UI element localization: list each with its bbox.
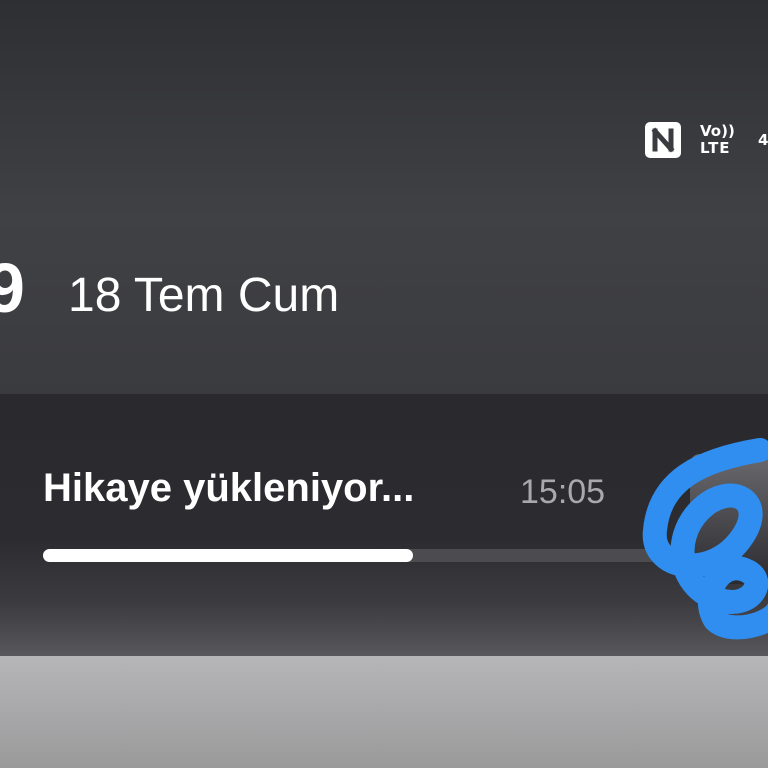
nfc-icon	[645, 122, 681, 158]
lte-label: LTE	[700, 139, 731, 157]
status-bar-icons: Vo)) LTE 4	[644, 120, 768, 160]
upload-progress-fill	[43, 549, 413, 562]
notification-title: Hikaye yükleniyor...	[43, 466, 415, 510]
lockscreen-bottom	[0, 656, 768, 768]
notification-time: 15:05	[520, 473, 606, 511]
volte-icon: Vo)) LTE	[700, 123, 740, 157]
upload-progress-bar	[43, 549, 703, 562]
redaction-scribble	[642, 438, 768, 640]
network-type-label: 4	[758, 131, 768, 149]
lock-screen: Vo)) LTE 4 9 18 Tem Cum Hikaye yükleniyo…	[0, 0, 768, 768]
lockscreen-clock: 9	[0, 249, 25, 327]
lockscreen-date: 18 Tem Cum	[68, 269, 340, 322]
lockscreen-header: Vo)) LTE 4 9 18 Tem Cum	[0, 0, 768, 394]
volte-label: Vo))	[700, 122, 735, 140]
